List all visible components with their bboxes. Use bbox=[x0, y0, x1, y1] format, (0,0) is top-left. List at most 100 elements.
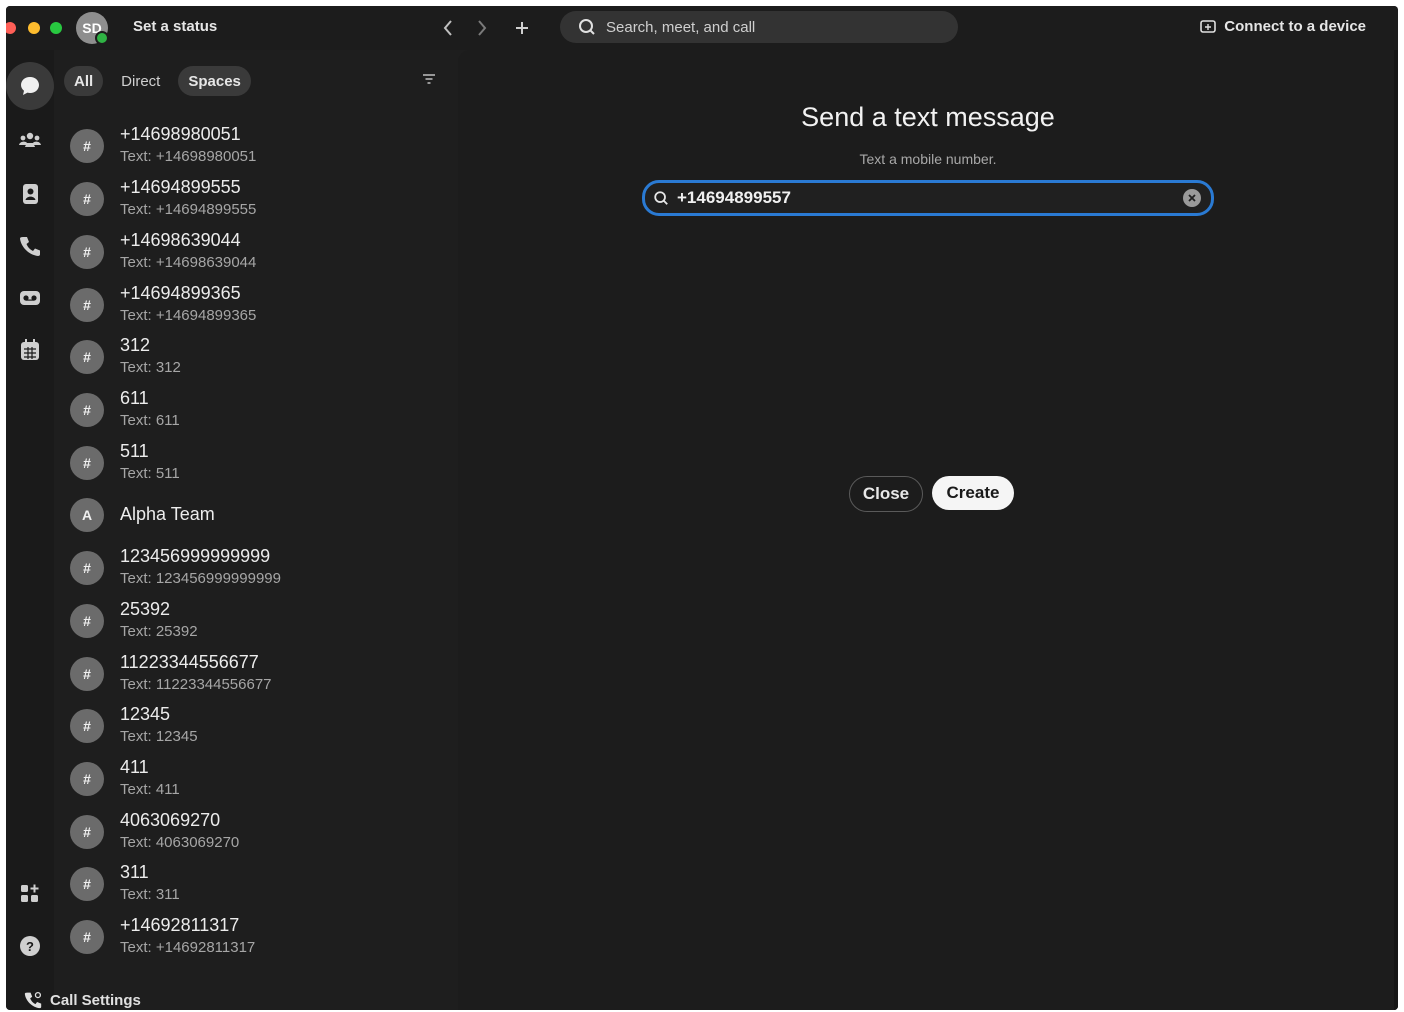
dialog-title: Send a text message bbox=[801, 102, 1055, 132]
global-search[interactable] bbox=[560, 11, 958, 43]
space-avatar: # bbox=[70, 815, 104, 849]
space-avatar: # bbox=[70, 340, 104, 374]
filter-menu-button[interactable] bbox=[422, 72, 436, 90]
list-item[interactable]: # +14694899555 Text: +14694899555 bbox=[54, 173, 444, 225]
conversation-list-panel: All Direct Spaces # +14698980051 Text: +… bbox=[54, 50, 502, 1010]
item-subtitle: Text: +14698639044 bbox=[120, 254, 257, 271]
help-icon: ? bbox=[20, 936, 40, 956]
item-name: 411 bbox=[120, 757, 149, 777]
item-subtitle: Text: 312 bbox=[120, 359, 181, 376]
item-subtitle: Text: 4063069270 bbox=[120, 834, 240, 851]
rail-teams[interactable] bbox=[10, 120, 50, 160]
list-item[interactable]: # +14698980051 Text: +14698980051 bbox=[54, 120, 444, 172]
list-item[interactable]: # +14698639044 Text: +14698639044 bbox=[54, 226, 444, 278]
back-button[interactable] bbox=[434, 14, 462, 42]
item-name: +14694899555 bbox=[120, 177, 241, 197]
item-name: 12345 bbox=[120, 704, 171, 724]
window-edge bbox=[1394, 50, 1398, 1010]
rail-help[interactable]: ? bbox=[10, 926, 50, 966]
space-avatar: # bbox=[70, 551, 104, 585]
forward-button[interactable] bbox=[468, 14, 496, 42]
create-button[interactable]: Create bbox=[932, 476, 1014, 510]
search-icon bbox=[654, 191, 668, 205]
voicemail-icon bbox=[20, 291, 40, 305]
window-close-button[interactable] bbox=[6, 22, 16, 34]
space-avatar: # bbox=[70, 182, 104, 216]
call-settings-button[interactable]: Call Settings bbox=[24, 990, 141, 1010]
list-item[interactable]: # 312 Text: 312 bbox=[54, 331, 444, 383]
set-status-link[interactable]: Set a status bbox=[133, 18, 217, 35]
space-avatar: # bbox=[70, 129, 104, 163]
rail-apps[interactable] bbox=[10, 874, 50, 914]
item-name: 25392 bbox=[120, 599, 171, 619]
item-name: +14698639044 bbox=[120, 230, 241, 250]
window-zoom-button[interactable] bbox=[50, 22, 62, 34]
mobile-number-input[interactable] bbox=[675, 187, 1159, 209]
list-item[interactable]: # +14692811317 Text: +14692811317 bbox=[54, 911, 444, 963]
chevron-right-icon bbox=[478, 20, 487, 36]
list-item[interactable]: A Alpha Team bbox=[54, 489, 444, 541]
list-item[interactable]: # 411 Text: 411 bbox=[54, 753, 444, 805]
navigation-rail: ? bbox=[6, 50, 54, 1010]
close-button[interactable]: Close bbox=[849, 476, 923, 512]
item-subtitle: Text: 311 bbox=[120, 886, 180, 903]
item-subtitle: Text: 611 bbox=[120, 412, 180, 429]
item-subtitle: Text: +14692811317 bbox=[120, 939, 256, 956]
list-item[interactable]: # 511 Text: 511 bbox=[54, 437, 444, 489]
global-search-input[interactable] bbox=[604, 17, 948, 37]
item-name: 4063069270 bbox=[120, 810, 221, 830]
item-name: 312 bbox=[120, 335, 151, 355]
cast-device-icon bbox=[1200, 19, 1217, 33]
mobile-number-field[interactable] bbox=[642, 180, 1214, 216]
list-item[interactable]: # 123456999999999 Text: 123456999999999 bbox=[54, 542, 444, 594]
rail-calls[interactable] bbox=[10, 226, 50, 266]
list-item[interactable]: # 12345 Text: 12345 bbox=[54, 700, 444, 752]
space-avatar: # bbox=[70, 604, 104, 638]
filter-spaces[interactable]: Spaces bbox=[178, 66, 251, 96]
item-subtitle: Text: 411 bbox=[120, 781, 180, 798]
teams-icon bbox=[19, 132, 41, 147]
contacts-icon bbox=[23, 184, 38, 204]
user-avatar[interactable]: SD bbox=[76, 12, 109, 45]
rail-voicemail[interactable] bbox=[10, 278, 50, 318]
app-window: SD Set a status Connect to a device bbox=[6, 6, 1398, 1010]
presence-indicator bbox=[95, 31, 109, 45]
filter-chips: All Direct Spaces bbox=[64, 66, 251, 96]
space-avatar: # bbox=[70, 920, 104, 954]
clear-input-button[interactable] bbox=[1183, 189, 1201, 207]
item-subtitle: Text: 123456999999999 bbox=[120, 570, 281, 587]
connect-device-button[interactable]: Connect to a device bbox=[1200, 18, 1366, 35]
space-avatar: # bbox=[70, 235, 104, 269]
team-avatar: A bbox=[70, 498, 104, 532]
new-button[interactable] bbox=[508, 14, 536, 42]
filter-all[interactable]: All bbox=[64, 66, 104, 96]
rail-contacts[interactable] bbox=[10, 174, 50, 214]
close-icon bbox=[1188, 194, 1196, 202]
list-item[interactable]: # 311 Text: 311 bbox=[54, 858, 444, 910]
item-name: Alpha Team bbox=[120, 504, 215, 524]
filter-direct[interactable]: Direct bbox=[111, 66, 170, 96]
item-subtitle: Text: 12345 bbox=[120, 728, 198, 745]
list-item[interactable]: # 4063069270 Text: 4063069270 bbox=[54, 806, 444, 858]
window-minimize-button[interactable] bbox=[28, 22, 40, 34]
list-item[interactable]: # +14694899365 Text: +14694899365 bbox=[54, 279, 444, 331]
connect-device-label: Connect to a device bbox=[1224, 18, 1366, 35]
space-avatar: # bbox=[70, 393, 104, 427]
main-panel: Send a text message Text a mobile number… bbox=[458, 50, 1398, 1010]
list-item[interactable]: # 611 Text: 611 bbox=[54, 384, 444, 436]
list-item[interactable]: # 25392 Text: 25392 bbox=[54, 595, 444, 647]
title-bar: SD Set a status Connect to a device bbox=[6, 6, 1398, 50]
list-item[interactable]: # 11223344556677 Text: 11223344556677 bbox=[54, 648, 444, 700]
rail-messaging[interactable] bbox=[6, 62, 54, 110]
apps-icon bbox=[21, 884, 39, 902]
item-name: +14692811317 bbox=[120, 915, 240, 935]
item-name: 123456999999999 bbox=[120, 546, 271, 566]
item-name: +14698980051 bbox=[120, 124, 241, 144]
rail-calendar[interactable] bbox=[10, 330, 50, 370]
space-avatar: # bbox=[70, 867, 104, 901]
item-name: 611 bbox=[120, 388, 149, 408]
item-subtitle: Text: +14698980051 bbox=[120, 148, 257, 165]
filter-icon bbox=[423, 74, 435, 84]
space-avatar: # bbox=[70, 709, 104, 743]
space-avatar: # bbox=[70, 446, 104, 480]
